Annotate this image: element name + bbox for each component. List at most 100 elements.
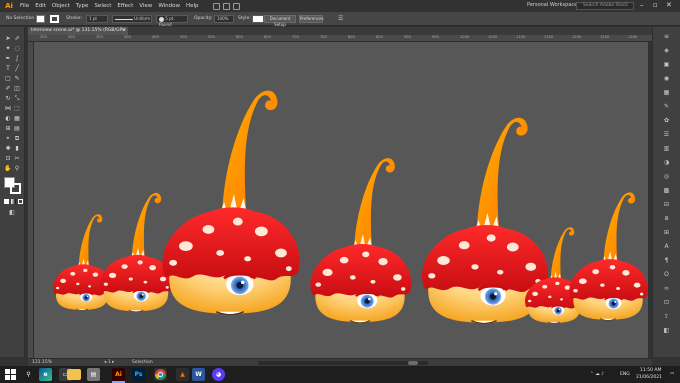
asset-export-icon[interactable]: ⇪ bbox=[662, 313, 671, 321]
windows-start-icon[interactable] bbox=[4, 368, 17, 381]
close-icon[interactable]: ✕ bbox=[666, 1, 672, 9]
arrange-documents-icon[interactable] bbox=[222, 2, 230, 10]
direct-selection-tool-icon[interactable]: ⇗ bbox=[13, 35, 21, 43]
horizontal-ruler[interactable]: 250 300 350 400 450 500 550 600 650 700 750 800 850 9… bbox=[28, 35, 652, 42]
stock-search-input[interactable]: Search Adobe Stock bbox=[576, 2, 634, 10]
align-icon[interactable]: ☰ bbox=[338, 15, 343, 22]
menu-select[interactable]: Select bbox=[94, 3, 111, 9]
search-icon[interactable]: ⚲ bbox=[22, 368, 35, 381]
artboard-canvas[interactable] bbox=[34, 42, 648, 358]
edge-browser-icon[interactable]: e bbox=[39, 368, 52, 381]
perspective-grid-icon[interactable]: ▦ bbox=[13, 115, 21, 123]
rotate-tool-icon[interactable]: ↻ bbox=[4, 95, 12, 103]
clock-time[interactable]: 11:50 AM bbox=[640, 368, 661, 373]
artboards-icon[interactable]: ⊡ bbox=[662, 299, 671, 307]
scrollbar-thumb[interactable] bbox=[408, 361, 418, 365]
menu-window[interactable]: Window bbox=[158, 3, 180, 9]
pathfinder-icon[interactable]: ⧈ bbox=[662, 215, 671, 223]
lasso-icon[interactable]: ◌ bbox=[13, 45, 21, 53]
symbols-icon[interactable]: ✿ bbox=[662, 117, 671, 125]
variable-width-profile[interactable]: Uniform bbox=[112, 15, 152, 23]
language-indicator[interactable]: ENG bbox=[620, 372, 630, 377]
blend-tool-icon[interactable]: ⧉ bbox=[13, 135, 21, 143]
selection-tool-icon[interactable]: ➤ bbox=[4, 35, 12, 43]
status-mode[interactable]: Selection bbox=[132, 360, 153, 365]
menu-object[interactable]: Object bbox=[52, 3, 70, 9]
word-icon[interactable]: W bbox=[192, 368, 205, 381]
preferences-button[interactable]: Preferences bbox=[299, 15, 324, 23]
navigator-icon[interactable]: ◧ bbox=[662, 327, 671, 335]
menu-view[interactable]: View bbox=[139, 3, 152, 9]
transform-icon[interactable]: ⊞ bbox=[662, 229, 671, 237]
symbol-sprayer-icon[interactable]: ✺ bbox=[4, 145, 12, 153]
appearance-icon[interactable]: ◎ bbox=[662, 173, 671, 181]
pen-tool-icon[interactable]: ✒ bbox=[4, 55, 12, 63]
stroke-color-box[interactable] bbox=[10, 183, 21, 194]
file-explorer-icon[interactable] bbox=[67, 369, 81, 380]
gradient-icon[interactable]: ▥ bbox=[662, 145, 671, 153]
transparency-icon[interactable]: ◑ bbox=[662, 159, 671, 167]
zoom-tool-icon[interactable]: ⚲ bbox=[13, 165, 21, 173]
brush-definition[interactable]: 5 pt. Round bbox=[156, 15, 188, 27]
rectangle-tool-icon[interactable]: □ bbox=[4, 75, 12, 83]
menu-edit[interactable]: Edit bbox=[35, 3, 46, 9]
bridge-icon[interactable] bbox=[212, 2, 220, 10]
artboard-tool-icon[interactable]: ⊡ bbox=[4, 155, 12, 163]
artboard-navigator[interactable]: ◂ 1 ▸ bbox=[104, 360, 114, 365]
zoom-level[interactable]: 131.15% bbox=[32, 360, 52, 365]
maximize-icon[interactable]: ▫ bbox=[653, 1, 658, 9]
width-tool-icon[interactable]: ⋈ bbox=[4, 105, 12, 113]
hand-tool-icon[interactable]: ✋ bbox=[4, 165, 12, 173]
properties-icon[interactable]: ≡ bbox=[662, 33, 671, 41]
color-mode-icon[interactable] bbox=[4, 199, 9, 204]
color-icon[interactable]: ◉ bbox=[662, 75, 671, 83]
gradient-tool-icon[interactable]: ▤ bbox=[13, 125, 21, 133]
notifications-icon[interactable]: ▭ bbox=[670, 371, 674, 376]
paintbrush-icon[interactable]: ✎ bbox=[13, 75, 21, 83]
graphic-styles-icon[interactable]: ▩ bbox=[662, 187, 671, 195]
graph-tool-icon[interactable]: ▮ bbox=[13, 145, 21, 153]
align-panel-icon[interactable]: ⊟ bbox=[662, 201, 671, 209]
drawing-modes-icon[interactable]: ◧ bbox=[8, 209, 16, 217]
opacity-field[interactable]: 100% bbox=[214, 15, 234, 23]
shape-builder-icon[interactable]: ◐ bbox=[4, 115, 12, 123]
slice-tool-icon[interactable]: ✂ bbox=[13, 155, 21, 163]
gpu-icon[interactable] bbox=[232, 2, 240, 10]
libraries-icon[interactable]: ▣ bbox=[662, 61, 671, 69]
workspace-switcher[interactable]: Personal Workspace bbox=[527, 2, 577, 8]
photos-icon[interactable]: ▤ bbox=[87, 368, 100, 381]
none-mode-icon[interactable] bbox=[18, 199, 23, 204]
clock-date[interactable]: 21/06/2021 bbox=[636, 375, 662, 380]
close-tab-icon[interactable]: × bbox=[122, 27, 126, 35]
document-tab[interactable]: Interview scene.ai* @ 131.15% (RGB/GPU P… bbox=[28, 27, 128, 41]
type-tool-icon[interactable]: T bbox=[4, 65, 12, 73]
links-icon[interactable]: ∞ bbox=[662, 285, 671, 293]
photoshop-taskbar-icon[interactable]: Ps bbox=[132, 368, 145, 381]
stroke-icon[interactable]: ☰ bbox=[662, 131, 671, 139]
brushes-icon[interactable]: ✎ bbox=[662, 103, 671, 111]
opentype-icon[interactable]: O bbox=[662, 271, 671, 279]
shaper-tool-icon[interactable]: ✐ bbox=[4, 85, 12, 93]
document-setup-button[interactable]: Document Setup bbox=[264, 15, 296, 27]
free-transform-icon[interactable]: ⬚ bbox=[13, 105, 21, 113]
curvature-tool-icon[interactable]: ∫ bbox=[13, 55, 21, 63]
menu-type[interactable]: Type bbox=[76, 3, 89, 9]
chrome-icon[interactable] bbox=[154, 368, 167, 381]
line-tool-icon[interactable]: ╱ bbox=[13, 65, 21, 73]
discord-icon[interactable]: ◕ bbox=[212, 368, 225, 381]
layers-icon[interactable]: ◈ bbox=[662, 47, 671, 55]
menu-help[interactable]: Help bbox=[186, 3, 199, 9]
stroke-weight-field[interactable]: 1 pt bbox=[86, 15, 108, 23]
stroke-swatch[interactable] bbox=[50, 15, 59, 23]
character-icon[interactable]: A bbox=[662, 243, 671, 251]
eraser-icon[interactable]: ◫ bbox=[13, 85, 21, 93]
swatches-icon[interactable]: ▦ bbox=[662, 89, 671, 97]
menu-effect[interactable]: Effect bbox=[117, 3, 133, 9]
scale-tool-icon[interactable]: ⤡ bbox=[13, 95, 21, 103]
minimize-icon[interactable]: – bbox=[640, 1, 644, 9]
magic-wand-icon[interactable]: ✦ bbox=[4, 45, 12, 53]
vlc-icon[interactable]: ▲ bbox=[176, 368, 189, 381]
paragraph-icon[interactable]: ¶ bbox=[662, 257, 671, 265]
gradient-mode-icon[interactable] bbox=[11, 199, 16, 204]
fill-swatch[interactable] bbox=[36, 15, 45, 23]
